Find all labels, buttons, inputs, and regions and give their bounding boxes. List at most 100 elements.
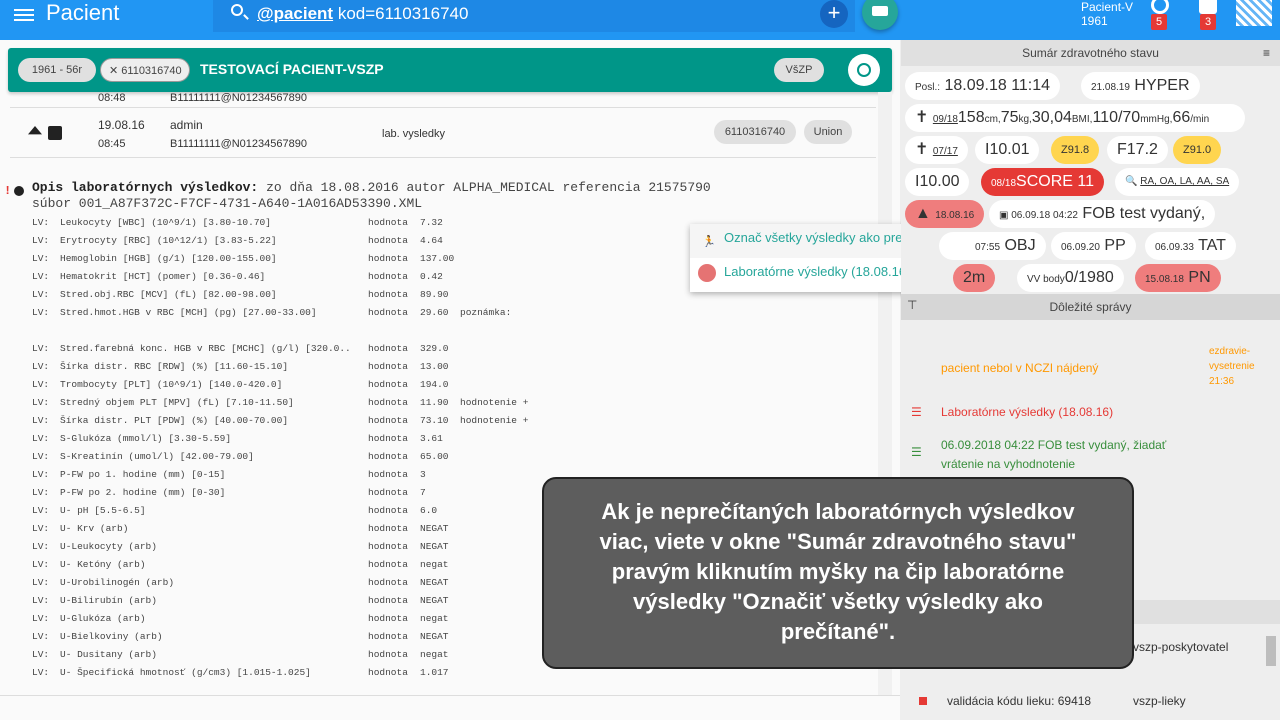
notification-icon[interactable] [1151, 0, 1169, 14]
record-row[interactable]: 19.08.16 admin 08:45 B11111111@N01234567… [10, 110, 876, 158]
code-chip[interactable]: ✕ 6110316740 [100, 58, 190, 82]
vitals-chip[interactable]: ✝ 09/18158cm,75kg,30,04BMI,110/70mmHg,66… [905, 104, 1245, 132]
lab-prefix: LV: [32, 253, 50, 264]
lab-value: 89.90 [420, 289, 449, 300]
record-row[interactable]: 08:48 B11111111@N01234567890 [10, 92, 876, 108]
lab-results-chip[interactable]: ▲ 18.08.16 [905, 200, 985, 228]
obj-chip[interactable]: 07:55 OBJ [939, 232, 1046, 260]
close-icon[interactable]: ✕ [109, 65, 121, 77]
fob-chip[interactable]: ▣ 06.09.18 04:22 FOB test vydaný, [989, 200, 1216, 228]
vv-chip[interactable]: VV body0/1980 [1017, 264, 1124, 292]
patient-indicator[interactable]: Pacient-V 1961 [1081, 0, 1133, 28]
allergy-chip[interactable]: 🔍 RA, OA, LA, AA, SA [1115, 168, 1240, 196]
lab-value: 1.017 [420, 667, 449, 678]
search-prefix: @pacient [257, 4, 334, 23]
m2-chip[interactable]: 2m [953, 264, 996, 292]
app-logo[interactable] [1236, 0, 1272, 26]
lab-prefix: LV: [32, 415, 50, 426]
minus-circle-icon [14, 186, 24, 196]
chip-date: 06.09.20 [1061, 242, 1100, 253]
lab-test-name: Stredný objem PLT [MPV] (fL) [7.10-11.50… [60, 397, 294, 408]
hyper-chip[interactable]: 21.08.19 HYPER [1081, 72, 1200, 100]
chip-value: 18.09.18 11:14 [944, 77, 1051, 94]
lab-prefix: LV: [32, 631, 50, 642]
diagnosis-chip-i1001[interactable]: I10.01 [975, 136, 1040, 164]
lab-prefix: LV: [32, 595, 50, 606]
tutorial-caption: Ak je neprečítaných laboratórnych výsled… [542, 477, 1134, 669]
lab-prefix: LV: [32, 433, 50, 444]
lab-results-icon [698, 264, 716, 282]
lab-test-name: U-Urobilinogén (arb) [60, 577, 175, 588]
lab-value: 7.32 [420, 217, 443, 228]
row-code-chip[interactable]: 6110316740 [714, 120, 796, 144]
message-icon[interactable] [1199, 0, 1217, 14]
pn-chip[interactable]: 15.08.18 PN [1135, 264, 1221, 292]
lab-prefix: LV: [32, 667, 50, 678]
chip-date: 21.08.19 [1091, 82, 1130, 93]
lab-icons [28, 124, 68, 144]
print-button[interactable] [862, 0, 898, 30]
diagnosis-chip-z918[interactable]: Z91.8 [1051, 136, 1100, 164]
lab-prefix: LV: [32, 505, 50, 516]
pp-chip[interactable]: 06.09.20 PP [1051, 232, 1136, 260]
lab-test-name: S-Glukóza (mmol/l) [3.30-5.59] [60, 433, 232, 444]
menu-icon[interactable] [14, 6, 34, 22]
height-value: 158 [957, 109, 985, 126]
patient-year: 1961 [1081, 14, 1108, 28]
lab-value: NEGAT [420, 595, 449, 606]
lab-value-label: hodnota [368, 343, 408, 354]
chip-value: 0/1980 [1064, 269, 1114, 286]
lab-value-label: hodnota [368, 271, 408, 282]
menu-icon[interactable]: ≡ [1263, 46, 1270, 60]
diagnosis-chip-f172[interactable]: F17.2 [1107, 136, 1168, 164]
message-source-label: ezdravie-vysetrenie [1209, 346, 1255, 372]
lab-value-label: hodnota [368, 451, 408, 462]
lab-value-label: hodnota [368, 379, 408, 390]
lab-test-name: Leukocyty [WBC] (10^9/1) [3.80-10.70] [60, 217, 271, 228]
message-ncz[interactable]: pacient nebol v NCZI nájdený [941, 360, 1161, 376]
chip-date: 18.08.16 [935, 210, 975, 221]
lab-value: negat [420, 649, 449, 660]
chip-date: 06.09.33 [1155, 242, 1194, 253]
report-title-label: Opis laboratórnych výsledkov: [32, 180, 259, 195]
lab-value-row: LV: Šírka distr. PLT [PDW] (%) [40.00-70.… [32, 412, 872, 430]
row-date: 19.08.16 [98, 118, 145, 132]
filter-icon[interactable]: ⊤ [907, 298, 917, 312]
lab-prefix: LV: [32, 271, 50, 282]
print-icon [872, 6, 888, 16]
lab-prefix: LV: [32, 379, 50, 390]
lab-value-row: LV: Stred.hmot.HGB v RBC [MCH] (pg) [27.0… [32, 304, 872, 322]
chip-date: 08/18 [991, 178, 1017, 189]
score-chip[interactable]: 08/18SCORE 11 [981, 168, 1104, 196]
message-lab-results[interactable]: Laboratórne výsledky (18.08.16) [941, 404, 1113, 420]
diagnosis-chip-z910[interactable]: Z91.0 [1173, 136, 1222, 164]
last-visit-chip[interactable]: Posl.: 18.09.18 11:14 [905, 72, 1061, 100]
tat-chip[interactable]: 06.09.33 TAT [1145, 232, 1236, 260]
lab-value-row: LV: Šírka distr. RBC [RDW] (%) [11.60-15.… [32, 358, 872, 376]
message-time: 21:36 [1209, 376, 1235, 387]
row-insurer-chip[interactable]: Union [804, 120, 852, 144]
message-validation[interactable]: validácia kódu lieku: 69418 [947, 693, 1091, 709]
add-button[interactable]: + [820, 0, 848, 28]
message-fob[interactable]: 06.09.2018 04:22 FOB test vydaný, žiadať… [941, 436, 1191, 474]
lab-test-name: U- pH [5.5-6.5] [60, 505, 146, 516]
search-bar[interactable]: @pacient kod=6110316740 [213, 0, 855, 32]
search-input[interactable]: @pacient kod=6110316740 [257, 4, 468, 24]
lab-test-name: S-Kreatinín (umol/l) [42.00-79.00] [60, 451, 254, 462]
message-source: vszp-poskytovatel [1133, 640, 1229, 654]
alert-icon: ! [4, 184, 12, 198]
lab-prefix: LV: [32, 559, 50, 570]
chip-date: 15.08.18 [1145, 274, 1184, 285]
diagnosis-chip-i1000[interactable]: I10.00 [905, 168, 970, 196]
code-chip-label: 6110316740 [121, 65, 182, 77]
lab-value-label: hodnota [368, 289, 408, 300]
lab-value-label: hodnota [368, 505, 408, 516]
insurer-chip[interactable]: VšZP [774, 58, 824, 82]
messages-scrollbar[interactable] [1266, 636, 1276, 666]
cross-chip[interactable]: ✝ 07/17 [905, 136, 968, 164]
history-icon[interactable] [848, 54, 880, 86]
chip-value: PN [1188, 269, 1211, 286]
lab-value-label: hodnota [368, 361, 408, 372]
age-chip[interactable]: 1961 - 56r [18, 58, 96, 82]
app-title: Pacient [46, 0, 120, 25]
